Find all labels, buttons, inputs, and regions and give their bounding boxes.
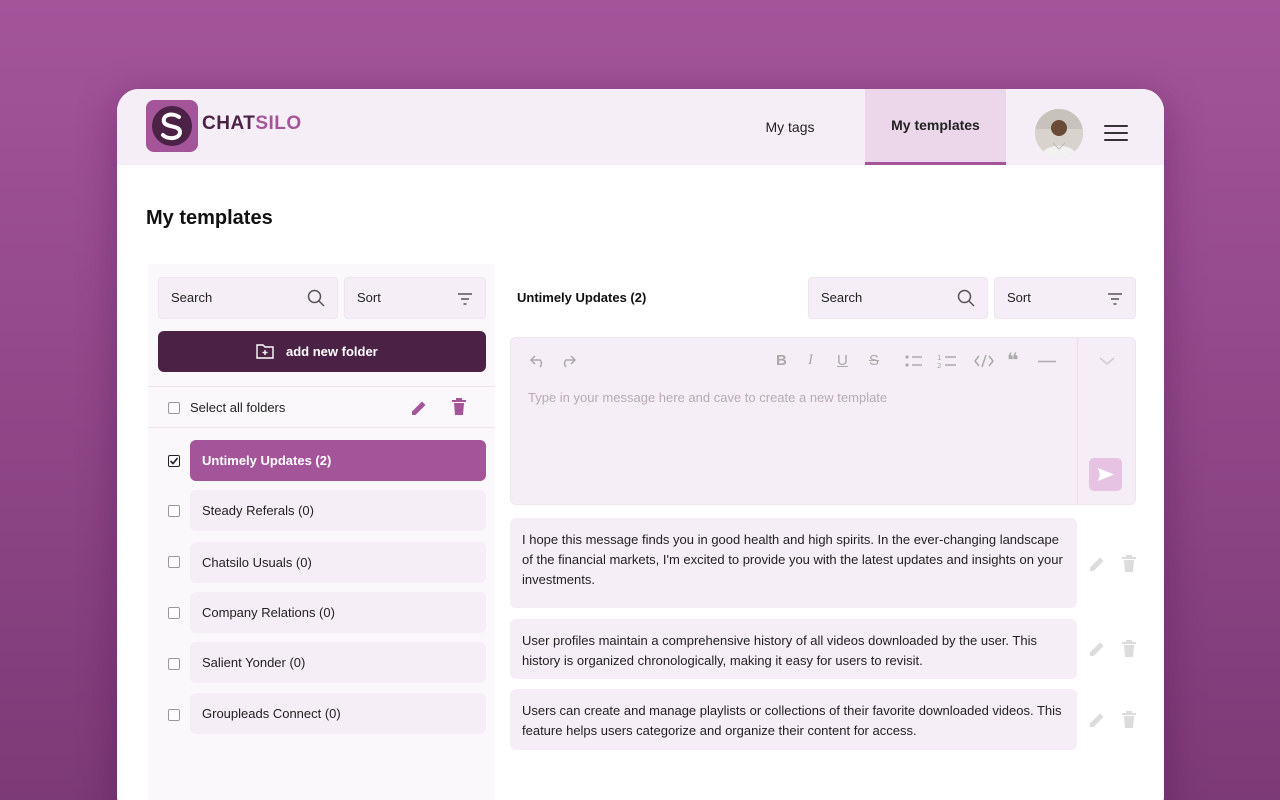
folder-item-groupleads-connect[interactable]: Groupleads Connect (0) [190, 693, 486, 734]
editor-side-actions [1077, 338, 1135, 504]
add-folder-button[interactable]: add new folder [158, 331, 486, 372]
folder-checkbox[interactable] [168, 607, 180, 619]
folder-item-chatsilo-usuals[interactable]: Chatsilo Usuals (0) [190, 542, 486, 583]
trash-icon[interactable] [1122, 555, 1136, 572]
numbered-list-icon[interactable]: 12 [937, 353, 957, 369]
template-item[interactable]: Users can create and manage playlists or… [510, 689, 1077, 750]
folder-item-untimely-updates[interactable]: Untimely Updates (2) [190, 440, 486, 481]
send-button[interactable] [1089, 458, 1122, 491]
svg-text:2: 2 [937, 362, 941, 369]
select-all-checkbox[interactable] [168, 402, 180, 414]
folder-checkbox[interactable] [168, 455, 180, 467]
italic-icon[interactable]: I [808, 352, 813, 369]
send-icon [1098, 468, 1114, 481]
search-icon [307, 289, 325, 307]
chatsilo-logo-icon[interactable] [146, 100, 198, 152]
template-item[interactable]: User profiles maintain a comprehensive h… [510, 619, 1077, 679]
undo-icon[interactable] [529, 352, 547, 368]
folder-item-company-relations[interactable]: Company Relations (0) [190, 592, 486, 633]
quote-icon[interactable]: ❝ [1007, 348, 1019, 373]
horizontal-rule-icon[interactable] [1038, 360, 1056, 363]
folder-add-icon [256, 344, 274, 359]
trash-icon[interactable] [1122, 711, 1136, 728]
redo-icon[interactable] [559, 352, 577, 368]
folder-item-steady-referals[interactable]: Steady Referals (0) [190, 490, 486, 531]
bold-icon[interactable]: B [776, 352, 787, 369]
hamburger-menu-icon[interactable] [1104, 125, 1128, 141]
select-all-row: Select all folders [148, 386, 495, 428]
filter-icon [458, 293, 472, 305]
template-item[interactable]: I hope this message finds you in good he… [510, 518, 1077, 608]
top-header: CHATSILO My tags My templates [117, 89, 1164, 165]
trash-icon[interactable] [451, 398, 467, 416]
edit-pencil-icon[interactable] [1088, 711, 1106, 729]
svg-text:1: 1 [937, 354, 941, 362]
avatar[interactable] [1035, 109, 1083, 157]
folder-checkbox[interactable] [168, 709, 180, 721]
folder-checkbox[interactable] [168, 556, 180, 568]
folder-item-salient-yonder[interactable]: Salient Yonder (0) [190, 642, 486, 683]
folders-search-input[interactable]: Search [158, 277, 338, 319]
trash-icon[interactable] [1122, 640, 1136, 657]
edit-pencil-icon[interactable] [1088, 555, 1106, 573]
edit-pencil-icon[interactable] [410, 399, 428, 417]
strikethrough-icon[interactable]: S [869, 352, 879, 369]
folder-checkbox[interactable] [168, 505, 180, 517]
underline-icon[interactable]: U [837, 352, 848, 369]
chevron-down-icon[interactable] [1099, 356, 1115, 366]
templates-sort-dropdown[interactable]: Sort [994, 277, 1136, 319]
templates-folder-title: Untimely Updates (2) [517, 290, 647, 305]
folder-checkbox[interactable] [168, 658, 180, 670]
editor-placeholder: Type in your message here and cave to cr… [528, 390, 888, 405]
template-editor[interactable]: B I U S 12 ❝ Type in your message here a… [510, 337, 1136, 505]
folders-sort-dropdown[interactable]: Sort [344, 277, 486, 319]
brand-name: CHATSILO [202, 113, 302, 134]
search-icon [957, 289, 975, 307]
code-icon[interactable] [974, 354, 994, 368]
templates-search-input[interactable]: Search [808, 277, 988, 319]
tab-my-tags[interactable]: My tags [735, 89, 845, 165]
bullet-list-icon[interactable] [905, 354, 923, 368]
app-window: CHATSILO My tags My templates My templat… [117, 89, 1164, 800]
filter-icon [1108, 293, 1122, 305]
page-title: My templates [146, 207, 273, 229]
edit-pencil-icon[interactable] [1088, 640, 1106, 658]
tab-my-templates[interactable]: My templates [865, 89, 1006, 165]
